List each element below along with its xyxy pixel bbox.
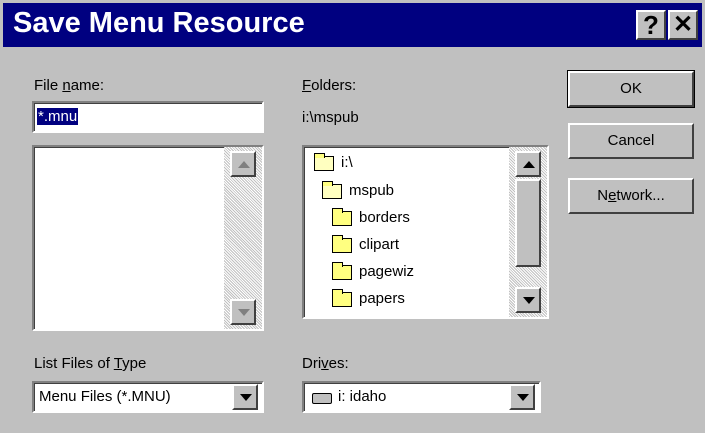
cancel-button[interactable]: Cancel	[568, 123, 694, 159]
arrow-down-icon	[523, 297, 535, 304]
folder-list[interactable]: i:\ mspub borders clipart pagewiz papers	[302, 145, 549, 319]
question-icon: ?	[643, 10, 659, 40]
network-button[interactable]: Network...	[568, 178, 694, 214]
file-type-select[interactable]: Menu Files (*.MNU)	[32, 381, 264, 413]
folder-list-scroll-thumb[interactable]	[515, 179, 541, 267]
ok-button[interactable]: OK	[567, 70, 695, 108]
list-type-label: List Files of Type	[34, 355, 147, 372]
chevron-down-icon	[517, 394, 529, 401]
drive-dropdown-button[interactable]	[509, 384, 535, 410]
folder-icon	[332, 208, 352, 226]
open-folder-icon	[314, 153, 334, 171]
title-bar[interactable]: Save Menu Resource ? ✕	[3, 3, 702, 47]
arrow-up-icon	[238, 161, 250, 168]
file-type-dropdown-button[interactable]	[232, 384, 258, 410]
window-title: Save Menu Resource	[13, 7, 305, 39]
current-path: i:\mspub	[302, 109, 359, 126]
folder-list-scroll-up[interactable]	[515, 151, 541, 177]
drive-select[interactable]: i: idaho	[302, 381, 541, 413]
file-list-scroll-up[interactable]	[230, 151, 256, 177]
close-icon: ✕	[672, 11, 694, 38]
drive-icon	[312, 393, 332, 404]
folder-icon	[332, 235, 352, 253]
file-list[interactable]	[32, 145, 264, 331]
arrow-up-icon	[523, 161, 535, 168]
folder-icon	[332, 289, 352, 307]
drives-label: Drives:	[302, 355, 349, 372]
close-button[interactable]: ✕	[668, 10, 698, 40]
file-name-value: *.mnu	[37, 108, 79, 125]
open-folder-icon	[322, 181, 342, 199]
drive-value: i: idaho	[338, 388, 387, 405]
save-menu-resource-dialog: Save Menu Resource ? ✕ File name: *.mnu …	[0, 0, 705, 433]
folder-list-scroll-down[interactable]	[515, 287, 541, 313]
help-button[interactable]: ?	[636, 10, 666, 40]
file-name-label: File name:	[34, 77, 105, 94]
folder-icon	[332, 262, 352, 280]
file-list-scroll-down[interactable]	[230, 299, 256, 325]
chevron-down-icon	[240, 394, 252, 401]
folders-label: Folders:	[302, 77, 357, 94]
arrow-down-icon	[238, 309, 250, 316]
file-type-value: Menu Files (*.MNU)	[39, 388, 171, 405]
file-name-input[interactable]: *.mnu	[32, 101, 264, 133]
